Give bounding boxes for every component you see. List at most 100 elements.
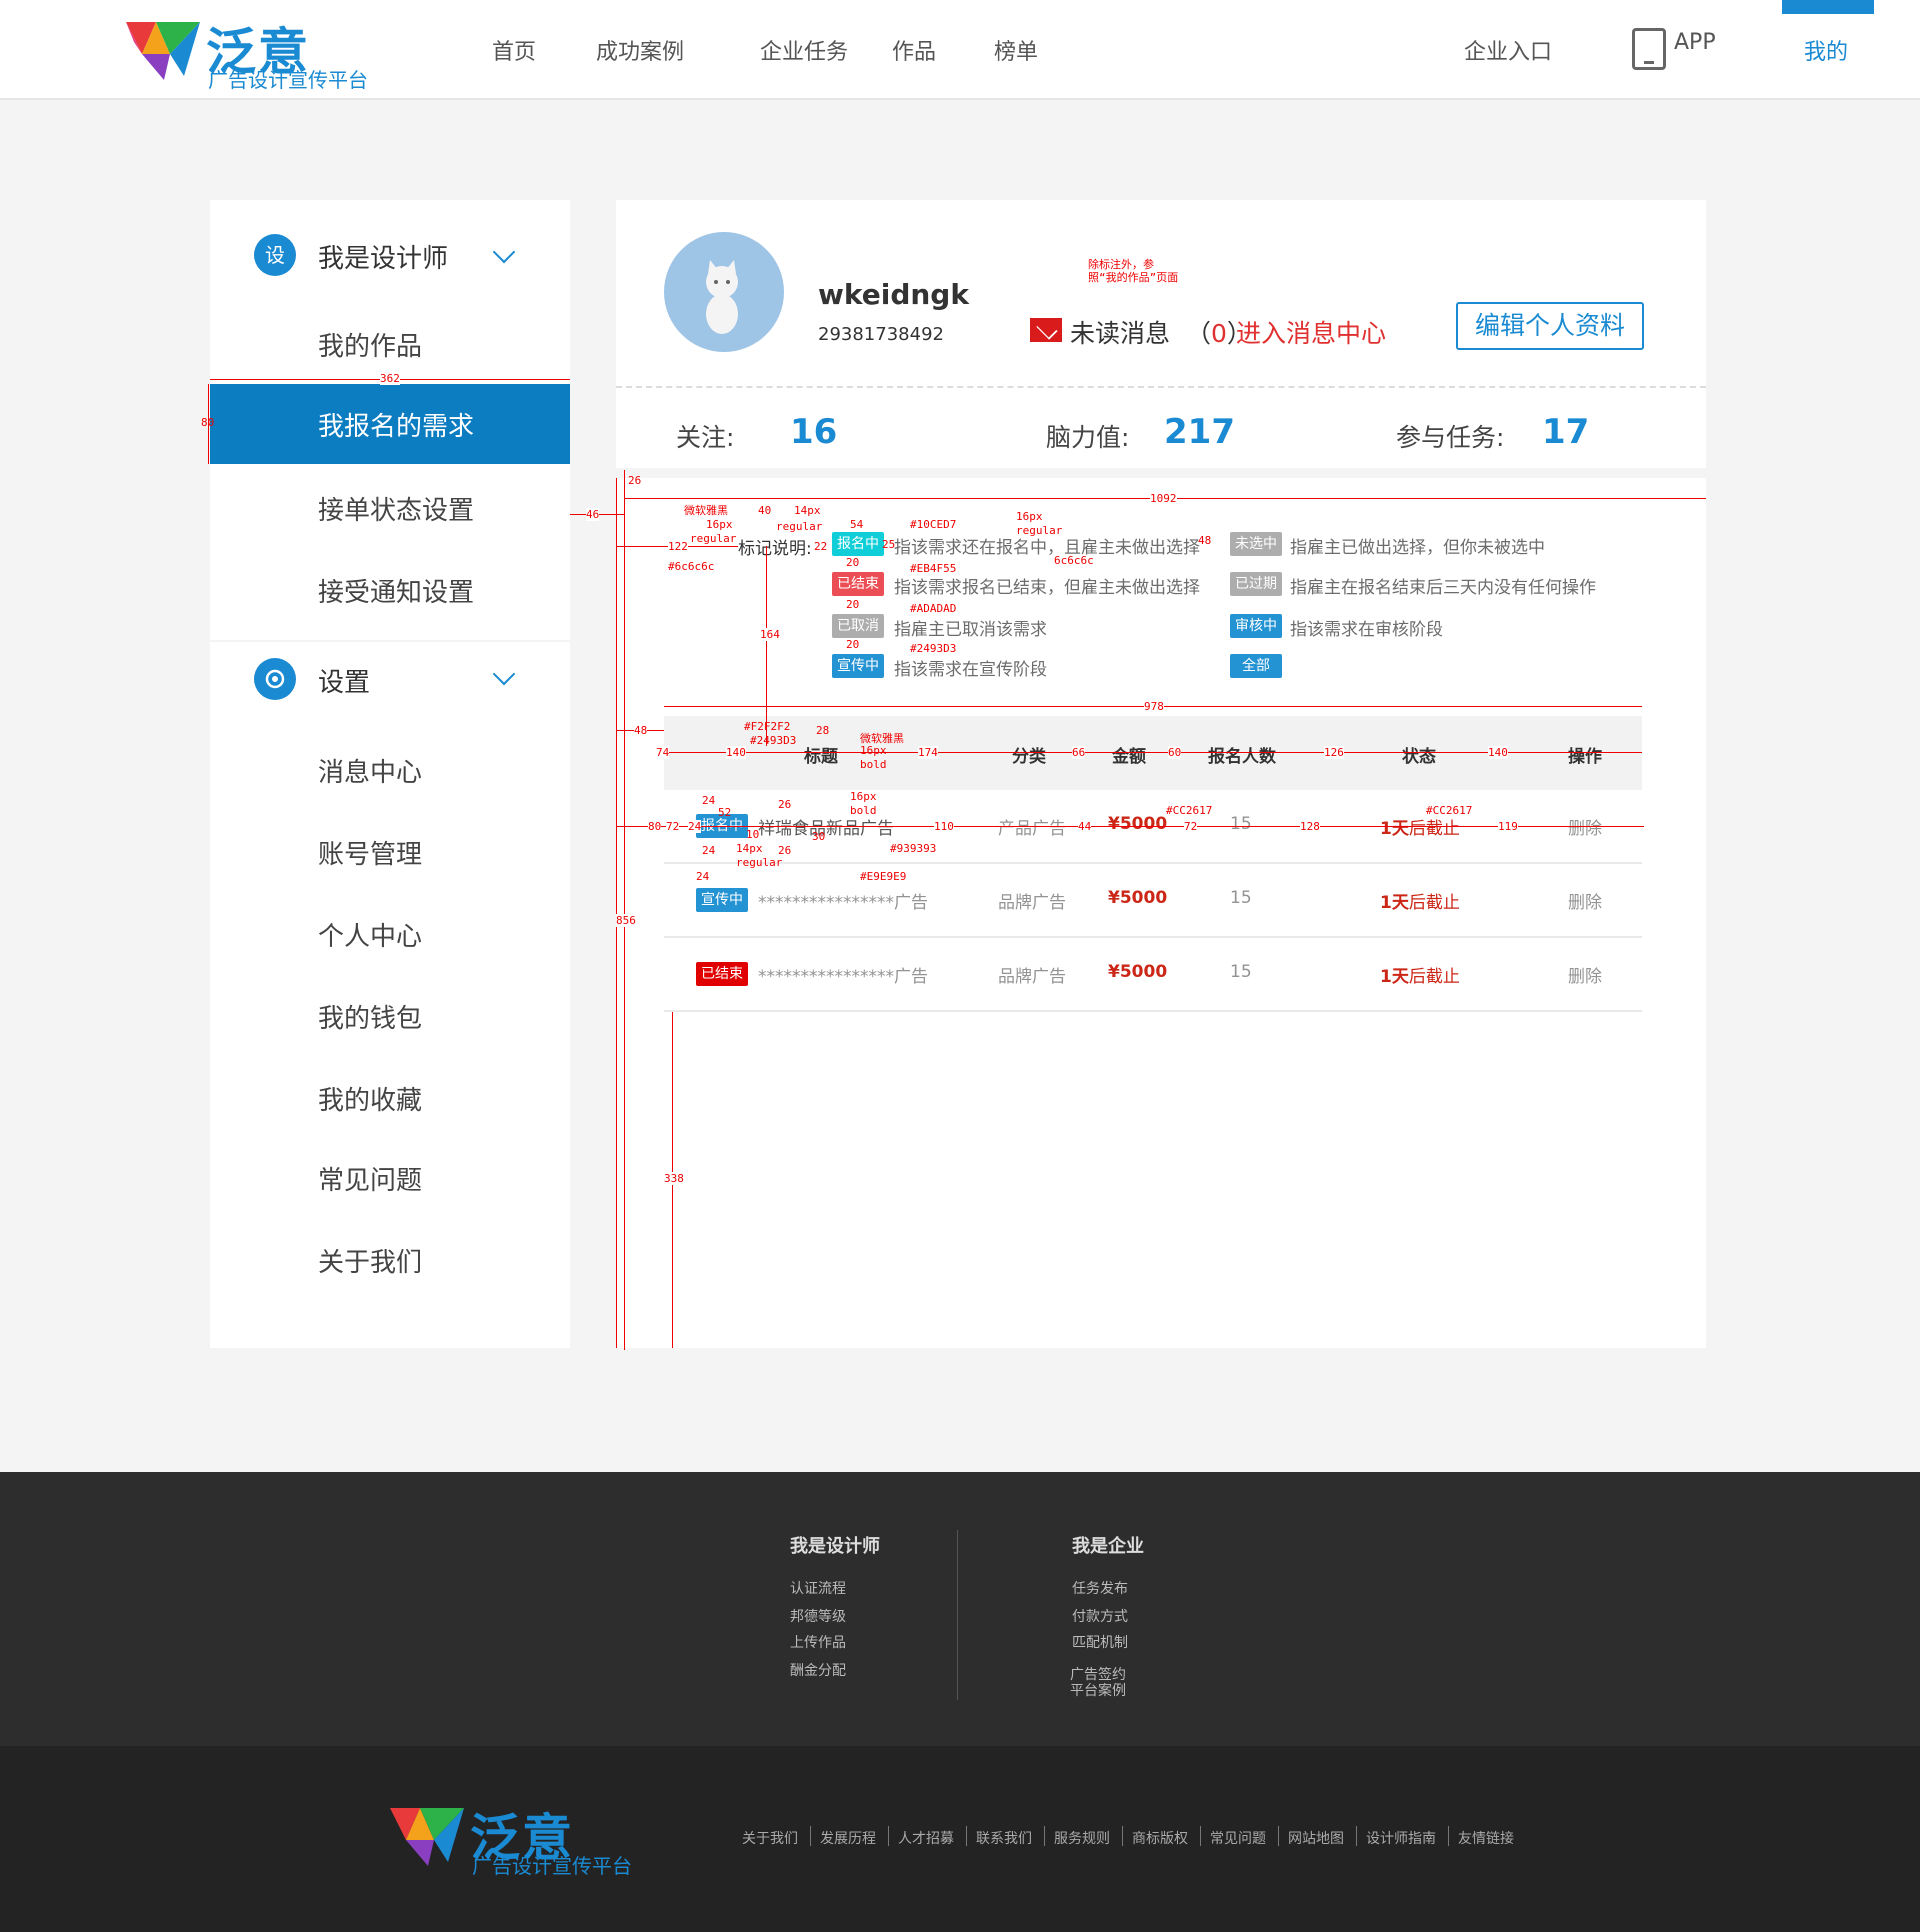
nav-works[interactable]: 作品 — [892, 34, 936, 66]
footer-separator — [1448, 1826, 1449, 1846]
tasks-value[interactable]: 17 — [1542, 412, 1589, 452]
measure-label: 72 — [1184, 820, 1198, 833]
tablet-icon — [1632, 28, 1666, 70]
table-row: 宣传中 ****************广告 品牌广告 ¥5000 15 1天后… — [664, 864, 1642, 938]
avatar[interactable] — [664, 232, 784, 352]
measure-label: 164 — [760, 628, 780, 641]
footer-bottom-link[interactable]: 联系我们 — [976, 1828, 1032, 1848]
sidebar-group-designer[interactable]: 我是设计师 — [318, 238, 448, 275]
annotation-color: #EB4F55 — [910, 562, 957, 575]
sidebar-item-order-status-settings[interactable]: 接单状态设置 — [318, 490, 474, 527]
footer-logo[interactable]: 泛意 广告设计宣传平台 — [386, 1794, 646, 1878]
annotation-font-weight: bold — [850, 804, 877, 817]
footer-bottom-link[interactable]: 网站地图 — [1288, 1828, 1344, 1848]
nav-enterprise-tasks[interactable]: 企业任务 — [760, 34, 848, 66]
col-amount: 金额 — [1112, 747, 1146, 767]
row-title[interactable]: ****************广告 — [758, 888, 928, 913]
chevron-down-icon[interactable] — [492, 662, 516, 686]
sidebar-item-my-applied-demands[interactable]: 我报名的需求 — [210, 384, 570, 464]
footer-link[interactable]: 任务发布 — [1072, 1578, 1128, 1598]
edit-profile-button[interactable]: 编辑个人资料 — [1456, 302, 1644, 350]
follow-value[interactable]: 16 — [790, 412, 837, 452]
col-title: 标题 — [804, 747, 838, 767]
designer-group-icon: 设 — [254, 234, 296, 276]
brain-value: 217 — [1164, 412, 1235, 452]
delete-button[interactable]: 删除 — [1568, 888, 1602, 913]
row-title[interactable]: ****************广告 — [758, 962, 928, 987]
annotation-font-weight: regular — [736, 856, 783, 869]
footer-bottom-link[interactable]: 友情链接 — [1458, 1828, 1514, 1848]
footer-link[interactable]: 匹配机制 — [1072, 1632, 1128, 1652]
annotation-font-weight: bold — [860, 758, 887, 771]
annotation-note: 除标注外，参照“我的作品”页面 — [1088, 258, 1179, 284]
sidebar-item-faq[interactable]: 常见问题 — [318, 1160, 422, 1197]
footer-separator — [1122, 1826, 1123, 1846]
nav-my[interactable]: 我的 — [1804, 34, 1848, 66]
footer-bottom-link[interactable]: 发展历程 — [820, 1828, 876, 1848]
sidebar-item-wallet[interactable]: 我的钱包 — [318, 998, 422, 1035]
footer-bottom: 泛意 广告设计宣传平台 关于我们 发展历程 人才招募 联系我们 服务规则 商标版… — [0, 1746, 1920, 1932]
measure-label: 24 — [696, 870, 710, 883]
nav-cases[interactable]: 成功案例 — [596, 34, 684, 66]
sidebar-item-about[interactable]: 关于我们 — [318, 1242, 422, 1279]
site-logo[interactable]: 泛意 广告设计宣传平台 — [122, 8, 382, 92]
col-applicants: 报名人数 — [1208, 747, 1276, 767]
measure-label: 48 — [634, 724, 648, 737]
measure-label: 119 — [1498, 820, 1518, 833]
message-center-link[interactable]: 进入消息中心 — [1236, 314, 1386, 350]
nav-enterprise-entry[interactable]: 企业入口 — [1464, 34, 1552, 66]
col-category: 分类 — [1012, 747, 1046, 767]
sidebar-item-account[interactable]: 账号管理 — [318, 834, 422, 871]
filter-all-button[interactable]: 全部 — [1230, 654, 1282, 678]
measure-label: 122 — [668, 540, 688, 553]
row-amount: ¥5000 — [1108, 962, 1168, 982]
sidebar-item-notification-settings[interactable]: 接受通知设置 — [318, 572, 474, 609]
nav-rankings[interactable]: 榜单 — [994, 34, 1038, 66]
measure-line — [624, 470, 625, 1350]
legend-text: 指雇主在报名结束后三天内没有任何操作 — [1290, 578, 1596, 598]
annotation-color: #E9E9E9 — [860, 870, 907, 883]
chevron-down-icon[interactable] — [492, 240, 516, 264]
footer-link[interactable]: 平台案例 — [1070, 1680, 1126, 1700]
col-action: 操作 — [1568, 747, 1602, 767]
sidebar-item-favorites[interactable]: 我的收藏 — [318, 1080, 422, 1117]
measure-label: 80 — [201, 416, 215, 429]
footer-link[interactable]: 上传作品 — [790, 1632, 846, 1652]
legend-text: 指该需求在宣传阶段 — [894, 660, 1047, 680]
footer-link[interactable]: 邦德等级 — [790, 1606, 846, 1626]
footer-bottom-link[interactable]: 常见问题 — [1210, 1828, 1266, 1848]
legend-badge-cancelled: 已取消 — [832, 614, 884, 638]
annotation-font-size: 16px — [706, 518, 733, 531]
footer-bottom-link[interactable]: 服务规则 — [1054, 1828, 1110, 1848]
nav-home[interactable]: 首页 — [492, 34, 536, 66]
brand-slogan: 广告设计宣传平台 — [208, 68, 368, 92]
footer-bottom-link[interactable]: 商标版权 — [1132, 1828, 1188, 1848]
gear-icon — [254, 658, 296, 700]
measure-label: 46 — [586, 508, 600, 521]
nav-app[interactable]: APP — [1674, 30, 1716, 55]
footer-link[interactable]: 付款方式 — [1072, 1606, 1128, 1626]
measure-label: 80 — [648, 820, 662, 833]
measure-label: 28 — [816, 724, 830, 737]
footer-enterprise-title: 我是企业 — [1072, 1536, 1144, 1557]
footer-bottom-link[interactable]: 设计师指南 — [1366, 1828, 1436, 1848]
sidebar-item-label: 我报名的需求 — [318, 412, 475, 442]
delete-button[interactable]: 删除 — [1568, 962, 1602, 987]
sidebar-item-personal-center[interactable]: 个人中心 — [318, 916, 422, 953]
row-badge: 已结束 — [696, 962, 748, 986]
annotation-font-size: 16px — [1016, 510, 1043, 523]
annotation-color: #2493D3 — [750, 734, 797, 747]
footer-bottom-link[interactable]: 人才招募 — [898, 1828, 954, 1848]
footer-bottom-link[interactable]: 关于我们 — [742, 1828, 798, 1848]
footer-separator — [966, 1826, 967, 1846]
row-applicants: 15 — [1230, 888, 1252, 908]
sidebar-group-settings[interactable]: 设置 — [318, 662, 370, 699]
footer-separator — [1278, 1826, 1279, 1846]
sidebar-item-message-center[interactable]: 消息中心 — [318, 752, 422, 789]
legend-text: 指雇主已做出选择，但你未被选中 — [1290, 538, 1545, 558]
sidebar-item-my-works[interactable]: 我的作品 — [318, 326, 422, 363]
legend-badge-not-selected: 未选中 — [1230, 532, 1282, 556]
table-row: 已结束 ****************广告 品牌广告 ¥5000 15 1天后… — [664, 938, 1642, 1012]
footer-link[interactable]: 酬金分配 — [790, 1660, 846, 1680]
footer-link[interactable]: 认证流程 — [790, 1578, 846, 1598]
